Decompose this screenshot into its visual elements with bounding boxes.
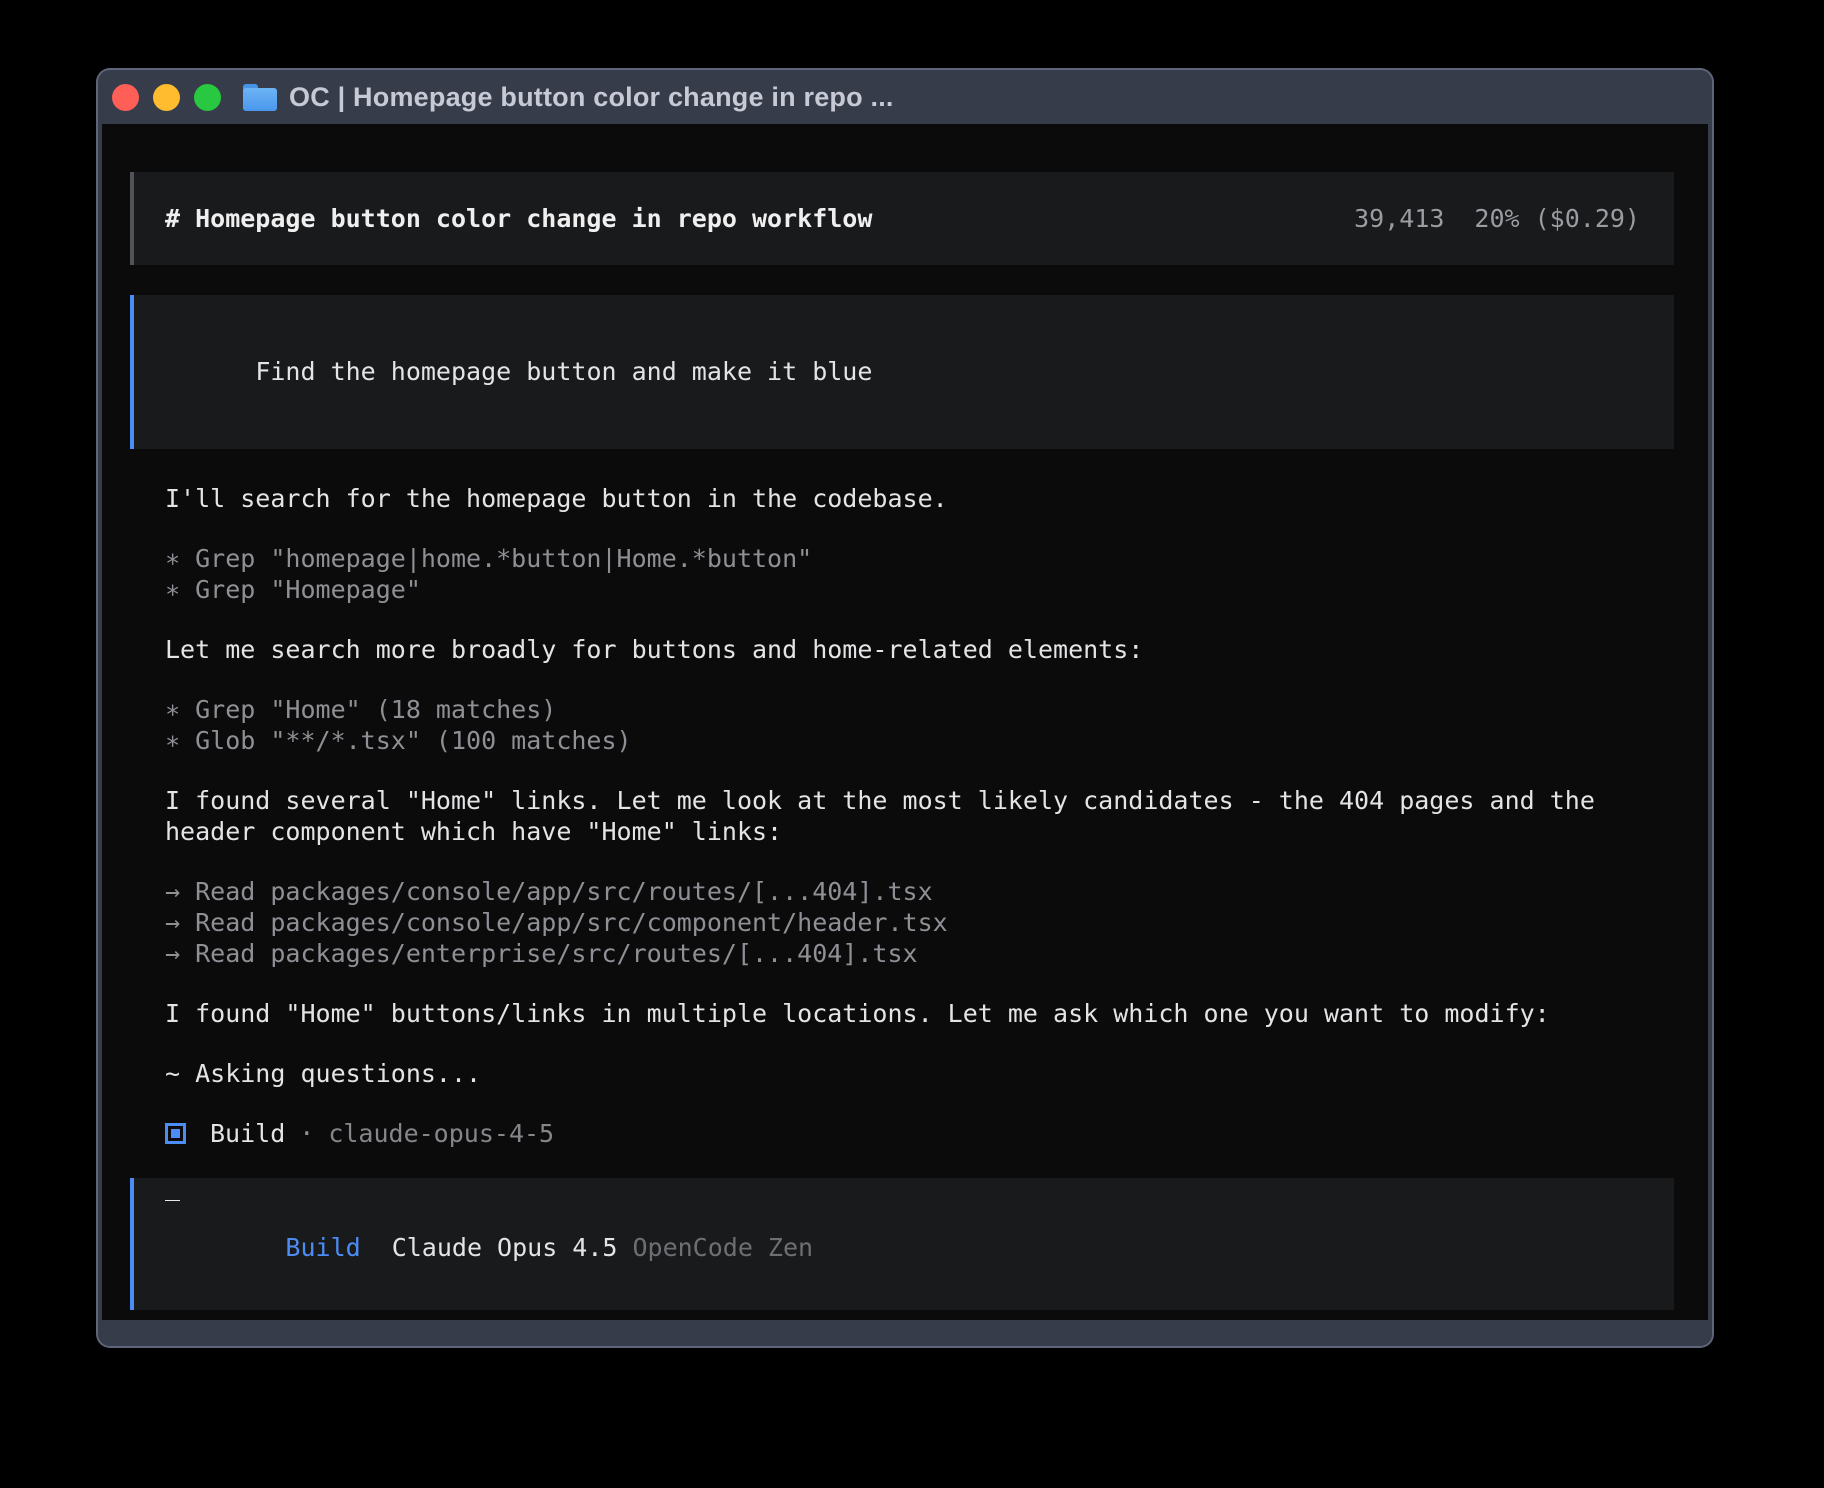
close-button[interactable] bbox=[112, 84, 139, 111]
titlebar: OC | Homepage button color change in rep… bbox=[98, 70, 1712, 124]
tool-call-line: ∗ Grep "homepage|home.*button|Home.*butt… bbox=[165, 543, 1674, 574]
terminal-window: OC | Homepage button color change in rep… bbox=[96, 68, 1714, 1348]
assistant-text-line: Let me search more broadly for buttons a… bbox=[165, 634, 1674, 665]
model-label: Claude Opus 4.5 bbox=[392, 1233, 618, 1262]
assistant-text-line: I'll search for the homepage button in t… bbox=[165, 483, 1674, 514]
agent-badge-icon bbox=[165, 1123, 186, 1144]
input-meta-row: Build Claude Opus 4.5 OpenCode Zen bbox=[165, 1201, 1644, 1294]
assistant-text-block: I'll search for the homepage button in t… bbox=[165, 483, 1674, 514]
session-stats: 39,413 20% ($0.29) bbox=[1354, 203, 1640, 234]
separator-dot: · bbox=[299, 1118, 314, 1149]
asking-questions-line: ~ Asking questions... bbox=[165, 1058, 1674, 1089]
assistant-text-block: I found several "Home" links. Let me loo… bbox=[165, 785, 1674, 847]
tool-call-line: ∗ Grep "Homepage" bbox=[165, 574, 1674, 605]
file-read-line: → Read packages/enterprise/src/routes/[.… bbox=[165, 938, 1674, 969]
file-read-line: → Read packages/console/app/src/routes/[… bbox=[165, 876, 1674, 907]
session-header: # Homepage button color change in repo w… bbox=[130, 172, 1674, 265]
assistant-status-block: ~ Asking questions... bbox=[165, 1058, 1674, 1089]
prompt-input[interactable]: Build Claude Opus 4.5 OpenCode Zen bbox=[130, 1178, 1674, 1310]
terminal-content: # Homepage button color change in repo w… bbox=[102, 124, 1708, 1320]
agent-mode-label: Build bbox=[285, 1233, 360, 1262]
assistant-text-block: I found "Home" buttons/links in multiple… bbox=[165, 998, 1674, 1029]
file-read-line: → Read packages/console/app/src/componen… bbox=[165, 907, 1674, 938]
zoom-button[interactable] bbox=[194, 84, 221, 111]
agent-name: Build bbox=[210, 1118, 285, 1149]
assistant-transcript: I'll search for the homepage button in t… bbox=[130, 483, 1674, 1149]
session-title: # Homepage button color change in repo w… bbox=[165, 203, 872, 234]
provider-label: OpenCode Zen bbox=[632, 1233, 813, 1262]
assistant-text-block: Let me search more broadly for buttons a… bbox=[165, 634, 1674, 665]
tool-call-line: ∗ Grep "Home" (18 matches) bbox=[165, 694, 1674, 725]
window-title: OC | Homepage button color change in rep… bbox=[289, 82, 894, 113]
window-bottom-strip bbox=[98, 1320, 1712, 1346]
folder-icon bbox=[243, 84, 277, 111]
agent-model: claude-opus-4-5 bbox=[328, 1118, 554, 1149]
assistant-text-line: I found "Home" buttons/links in multiple… bbox=[165, 998, 1674, 1029]
assistant-text-line: I found several "Home" links. Let me loo… bbox=[165, 785, 1674, 816]
user-message-text: Find the homepage button and make it blu… bbox=[255, 357, 872, 386]
user-message: Find the homepage button and make it blu… bbox=[130, 295, 1674, 449]
assistant-text-line: header component which have "Home" links… bbox=[165, 816, 1674, 847]
tool-call-block: → Read packages/console/app/src/routes/[… bbox=[165, 876, 1674, 969]
tool-call-block: ∗ Grep "Home" (18 matches) ∗ Glob "**/*.… bbox=[165, 694, 1674, 756]
tool-call-line: ∗ Glob "**/*.tsx" (100 matches) bbox=[165, 725, 1674, 756]
minimize-button[interactable] bbox=[153, 84, 180, 111]
token-count: 39,413 bbox=[1354, 204, 1444, 233]
context-usage: 20% ($0.29) bbox=[1474, 204, 1640, 233]
agent-status-line: Build · claude-opus-4-5 bbox=[165, 1118, 1674, 1149]
tool-call-block: ∗ Grep "homepage|home.*button|Home.*butt… bbox=[165, 543, 1674, 605]
traffic-lights bbox=[112, 84, 221, 111]
